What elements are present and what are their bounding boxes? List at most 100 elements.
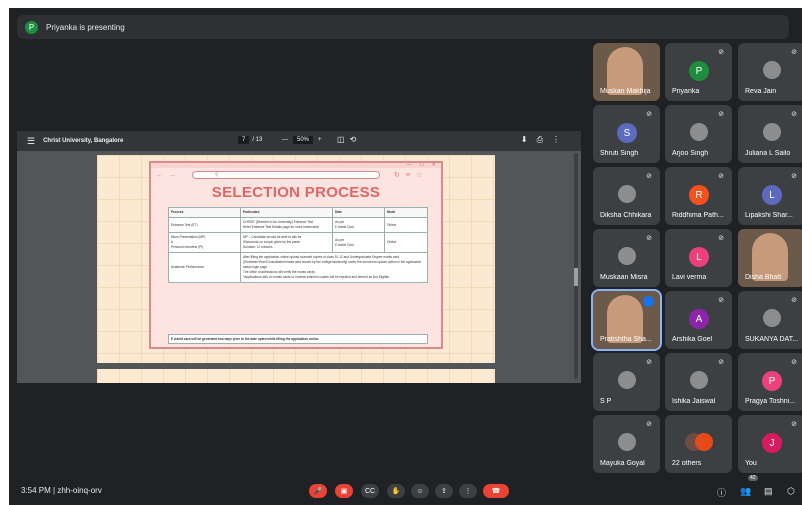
participant-name: SUKANYA DAT...: [745, 336, 799, 343]
mic-off-icon: 🎤: [313, 488, 323, 495]
scrollbar[interactable]: [574, 153, 578, 379]
participant-avatar: A: [689, 309, 709, 329]
participant-name: S P: [600, 398, 612, 405]
raise-hand-button[interactable]: ✋: [387, 484, 405, 498]
participant-tile[interactable]: ⊘ S P: [593, 353, 660, 411]
reactions-button[interactable]: ☺: [411, 484, 429, 498]
info-icon[interactable]: ⓘ: [717, 486, 726, 499]
selection-table: Process Particulars Date Mode Entrance T…: [168, 207, 428, 283]
participant-name: Muskan Makhija: [600, 88, 651, 95]
browser-nav: ← → ⚲ ↻≡☆: [151, 168, 441, 182]
table-row: Micro Presentation (MP) & Personal Inter…: [168, 232, 428, 253]
mic-off-icon: ⊘: [718, 111, 724, 118]
participant-tile[interactable]: ⊘ SUKANYA DAT...: [738, 291, 802, 349]
participant-avatar: J: [762, 433, 782, 453]
present-icon: ⇪: [441, 488, 447, 495]
leave-call-button[interactable]: ☎: [483, 484, 509, 498]
rotate-icon[interactable]: ⟲: [350, 135, 362, 144]
participant-tile[interactable]: ⊘ Arjoo Singh: [665, 105, 732, 163]
camera-off-button[interactable]: ▣: [335, 484, 353, 498]
captions-icon: CC: [364, 487, 376, 495]
participant-tile[interactable]: Disha Bhatt: [738, 229, 802, 287]
chat-icon[interactable]: ▤: [764, 486, 773, 497]
mic-off-icon: ⊘: [646, 111, 652, 118]
participant-tile[interactable]: R ⊘ Riddhima Path...: [665, 167, 732, 225]
presenting-banner: P Priyanka is presenting: [17, 15, 789, 39]
scrollbar-thumb[interactable]: [574, 268, 578, 286]
participant-tile[interactable]: J ⊘ You: [738, 415, 802, 473]
mic-off-icon: ⊘: [718, 359, 724, 366]
search-bar: ⚲: [192, 171, 380, 179]
participant-tile[interactable]: ⊘ Muskaan Misra: [593, 229, 660, 287]
participant-tile[interactable]: S ⊘ Shruti Singh: [593, 105, 660, 163]
mic-off-button[interactable]: 🎤: [309, 484, 327, 498]
slide-title: SELECTION PROCESS: [211, 184, 381, 201]
mic-off-icon: ⊘: [646, 359, 652, 366]
participant-tile[interactable]: L ⊘ Lavi verma: [665, 229, 732, 287]
present-button[interactable]: ⇪: [435, 484, 453, 498]
participant-tile[interactable]: 22 others: [665, 415, 732, 473]
participant-tile[interactable]: P ⊘ Priyanka: [665, 43, 732, 101]
participant-tile[interactable]: L ⊘ Lipakshi Shar...: [738, 167, 802, 225]
emoji-icon: ☺: [416, 487, 424, 495]
participant-name: Arjoo Singh: [672, 150, 709, 157]
close-icon: ✕: [431, 162, 436, 168]
zoom-level[interactable]: 50%: [293, 136, 314, 144]
mic-off-icon: ⊘: [791, 49, 797, 56]
people-count-badge: 42: [748, 475, 758, 481]
zoom-in-button[interactable]: +: [318, 137, 322, 143]
zoom-controls: — 50% +: [282, 136, 322, 144]
more-options-button[interactable]: ⋮: [459, 484, 477, 498]
participant-tile[interactable]: ⊘ Ishika Jaiswal: [665, 353, 732, 411]
phone-hangup-icon: ☎: [491, 488, 501, 495]
pdf-viewport[interactable]: — ☐ ✕ ← → ⚲ ↻≡☆ SELECTION PROCESS Process …: [17, 151, 581, 383]
presenter-avatar: P: [25, 20, 38, 34]
participant-tile[interactable]: ⊘ Reva Jain: [738, 43, 802, 101]
cell: Entrance Test (ET): [168, 217, 241, 233]
download-icon[interactable]: ⬇: [521, 135, 537, 144]
fit-page-icon[interactable]: ◫: [337, 135, 350, 144]
participant-tile[interactable]: ⊘ Juliana L Sailo: [738, 105, 802, 163]
page-number-input[interactable]: 7: [238, 136, 250, 144]
mic-off-icon: ⊘: [718, 297, 724, 304]
meeting-window: P Priyanka is presenting ☰ Christ Univer…: [9, 8, 802, 505]
mic-off-icon: ⊘: [718, 235, 724, 242]
participant-photo: [763, 309, 781, 327]
cell: As per E Admit Card: [332, 232, 385, 253]
participant-avatar: S: [617, 123, 637, 143]
mic-off-icon: ⊘: [791, 111, 797, 118]
zoom-out-button[interactable]: —: [282, 137, 288, 143]
table-row: Entrance Test (ET) CHRIST (Deemed to be …: [168, 217, 428, 233]
hand-icon: ✋: [391, 488, 401, 495]
cell: MP – Candidate should be able to talk fo…: [240, 232, 333, 253]
participant-tile[interactable]: ⊘ Diksha Chhikara: [593, 167, 660, 225]
participant-name: Pratishtha Sha...: [600, 336, 652, 343]
participant-tile[interactable]: P ⊘ Pragya Toshni...: [738, 353, 802, 411]
participant-name: Ishika Jaiswal: [672, 398, 716, 405]
shared-screen: ☰ Christ University, Bangalore 7 / 13 — …: [17, 131, 581, 383]
pdf-actions: ⬇⎙⋮: [521, 135, 569, 145]
print-icon[interactable]: ⎙: [537, 135, 552, 144]
header-mode: Mode: [384, 207, 428, 218]
slide-note: E Admit card will be generated two days …: [168, 334, 428, 344]
participant-name: Reva Jain: [745, 88, 777, 95]
cell: CHRIST (Deemed to be University) Entranc…: [240, 217, 333, 233]
camera-off-icon: ▣: [340, 488, 348, 495]
activities-icon[interactable]: ⬡: [787, 486, 795, 497]
table-row: Academic Performance After filling the a…: [168, 252, 428, 283]
participant-tile[interactable]: Pratishtha Sha...: [591, 289, 662, 351]
participant-tile[interactable]: A ⊘ Arshika Goel: [665, 291, 732, 349]
captions-button[interactable]: CC: [361, 484, 379, 498]
more-icon[interactable]: ⋮: [552, 135, 569, 144]
mic-off-icon: ⊘: [646, 421, 652, 428]
slide-browser-window: — ☐ ✕ ← → ⚲ ↻≡☆ SELECTION PROCESS Process …: [149, 161, 443, 349]
page-indicator: 7 / 13: [238, 136, 262, 144]
participant-tile[interactable]: Muskan Makhija: [593, 43, 660, 101]
participant-tile[interactable]: ⊘ Mayuka Goyal: [593, 415, 660, 473]
participant-name: Muskaan Misra: [600, 274, 648, 281]
people-icon[interactable]: 👥: [740, 486, 751, 497]
menu-icon[interactable]: ☰: [27, 136, 35, 147]
more-vert-icon: ⋮: [464, 488, 472, 495]
cell: Online: [384, 217, 428, 233]
participant-photo: [690, 123, 708, 141]
